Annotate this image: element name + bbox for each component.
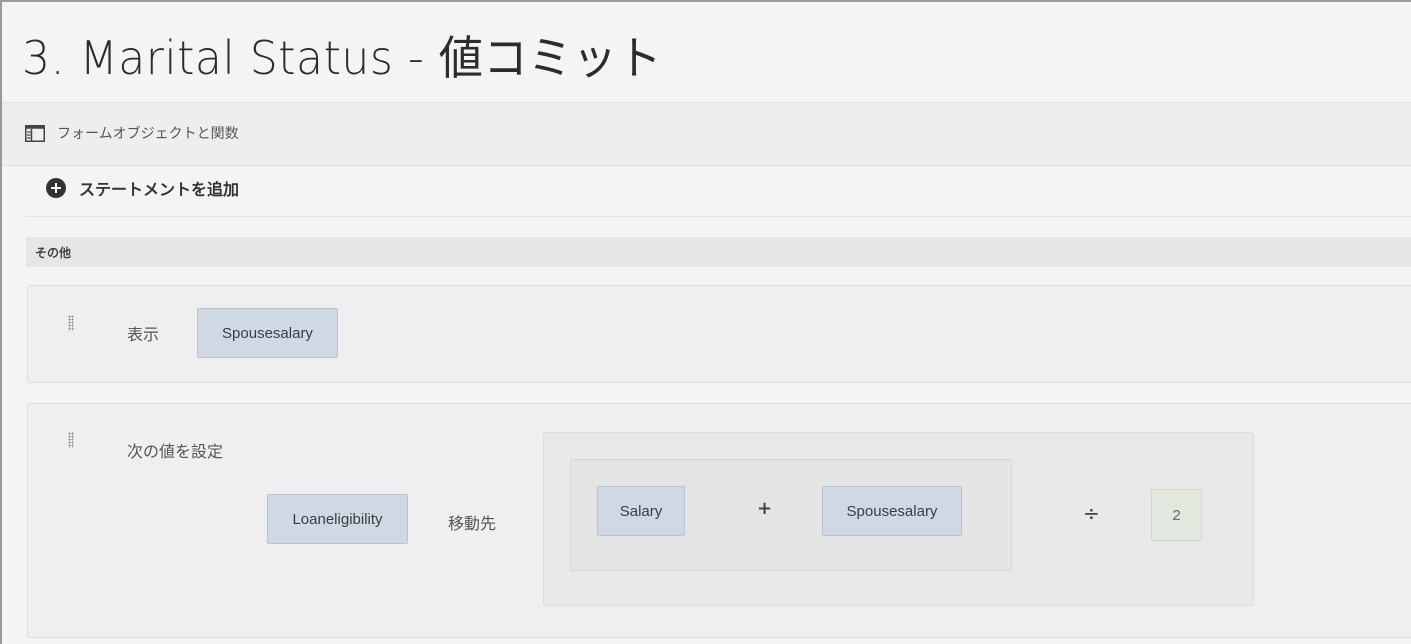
drag-handle-icon[interactable] (68, 315, 74, 331)
section-label: その他 (35, 246, 72, 260)
expression-outer[interactable]: Salary + Spousesalary ÷ 2 (543, 432, 1254, 606)
statement-card-set-value[interactable]: 次の値を設定 Loaneligibility 移動先 Salary + Spou… (27, 403, 1411, 638)
add-statement-label: ステートメントを追加 (79, 180, 240, 199)
plus-operator[interactable]: + (757, 498, 772, 519)
section-header[interactable]: その他 (26, 237, 1411, 267)
operand-token[interactable]: Salary (597, 486, 685, 536)
divide-operator[interactable]: ÷ (1083, 501, 1100, 525)
form-objects-button[interactable]: フォームオブジェクトと関数 (25, 123, 239, 143)
plus-circle-icon (46, 178, 66, 198)
expression-inner[interactable]: Salary + Spousesalary (570, 459, 1012, 571)
statement-action-label: 次の値を設定 (127, 442, 224, 461)
connector-label: 移動先 (448, 514, 497, 533)
panel-icon (25, 124, 45, 142)
statement-card-show[interactable]: 表示 Spousesalary (27, 285, 1411, 383)
add-statement-button[interactable]: ステートメントを追加 (46, 176, 239, 200)
divider (26, 216, 1411, 217)
toolbar: フォームオブジェクトと関数 (2, 102, 1411, 166)
number-token[interactable]: 2 (1151, 489, 1202, 541)
statement-action-label: 表示 (127, 325, 160, 344)
operand-token[interactable]: Spousesalary (822, 486, 962, 536)
target-token[interactable]: Spousesalary (197, 308, 338, 358)
page-title: 3. Marital Status - 値コミット (22, 31, 662, 85)
target-token[interactable]: Loaneligibility (267, 494, 408, 544)
form-objects-label: フォームオブジェクトと関数 (57, 126, 239, 142)
drag-handle-icon[interactable] (68, 432, 74, 448)
